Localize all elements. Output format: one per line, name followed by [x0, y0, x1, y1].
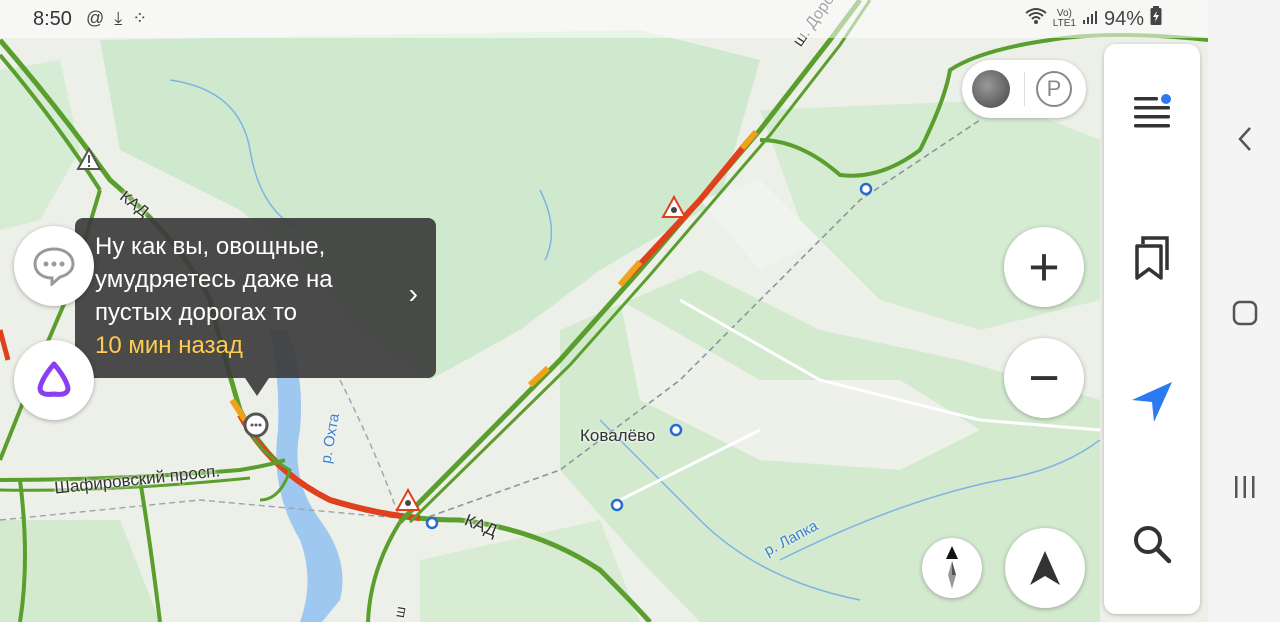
- android-nav-bar: [1208, 0, 1280, 622]
- status-icons: @ ⤓ ⁘: [86, 8, 147, 29]
- status-time: 8:50: [33, 8, 72, 30]
- search-button[interactable]: [1128, 520, 1176, 568]
- parking-layer-button[interactable]: P: [1036, 71, 1072, 107]
- popup-line: пустых дорогах то: [95, 299, 297, 326]
- bookmarks-icon: [1135, 236, 1169, 280]
- minus-icon: −: [1028, 348, 1060, 408]
- recents-icon: [1235, 476, 1255, 498]
- network-type: Vo) LTE1: [1052, 8, 1076, 29]
- status-bar: 8:50 @ ⤓ ⁘ Vo) LTE1 94%: [0, 0, 1208, 38]
- back-icon: [1238, 127, 1251, 151]
- at-icon: @: [86, 8, 105, 28]
- download-icon: ⤓: [114, 8, 123, 28]
- road-event-popup[interactable]: Ну как вы, овощные, умудряетесь даже на …: [75, 218, 436, 396]
- battery-icon: [1150, 6, 1162, 32]
- bookmarks-button[interactable]: [1128, 234, 1176, 282]
- village-label: Ковалёво: [580, 426, 656, 445]
- apps-icon: ⁘: [132, 8, 148, 28]
- zoom-out-button[interactable]: −: [1004, 338, 1084, 418]
- popup-line: умудряетесь даже на: [95, 266, 333, 293]
- chevron-right-icon[interactable]: ›: [409, 278, 418, 310]
- menu-button[interactable]: [1128, 88, 1176, 136]
- status-right: Vo) LTE1 94%: [1025, 6, 1162, 32]
- zoom-in-button[interactable]: +: [1004, 227, 1084, 307]
- signal-icon: [1082, 8, 1098, 31]
- compass-icon: [946, 546, 958, 589]
- traffic-layer-icon[interactable]: [972, 70, 1010, 108]
- popup-time: 10 мин назад: [95, 332, 243, 359]
- search-icon: [1134, 526, 1172, 564]
- navigator-button[interactable]: [1005, 528, 1085, 608]
- my-location-icon: [1132, 382, 1172, 422]
- recents-button[interactable]: [1228, 470, 1262, 504]
- navigation-arrow-icon: [1030, 551, 1060, 585]
- menu-icon: [1134, 94, 1171, 128]
- layer-toggles: P: [962, 60, 1086, 118]
- back-button[interactable]: [1228, 122, 1262, 156]
- home-icon: [1232, 300, 1258, 326]
- alice-button[interactable]: [14, 340, 94, 420]
- popup-tail: [245, 378, 269, 396]
- plus-icon: +: [1028, 237, 1060, 297]
- battery-percent: 94%: [1103, 7, 1144, 30]
- popup-text: Ну как вы, овощные, умудряетесь даже на …: [95, 230, 395, 362]
- home-button[interactable]: [1228, 296, 1262, 330]
- chat-icon: [33, 247, 75, 286]
- alice-icon: [37, 361, 71, 397]
- wifi-icon: [1025, 7, 1047, 31]
- chat-marker-icon[interactable]: [243, 412, 269, 438]
- my-location-button[interactable]: [1128, 378, 1176, 426]
- parking-icon: P: [1046, 76, 1062, 101]
- popup-line: Ну как вы, овощные,: [95, 233, 326, 260]
- side-panel: [1104, 44, 1200, 614]
- chat-button[interactable]: [14, 226, 94, 306]
- compass-button[interactable]: [922, 538, 982, 598]
